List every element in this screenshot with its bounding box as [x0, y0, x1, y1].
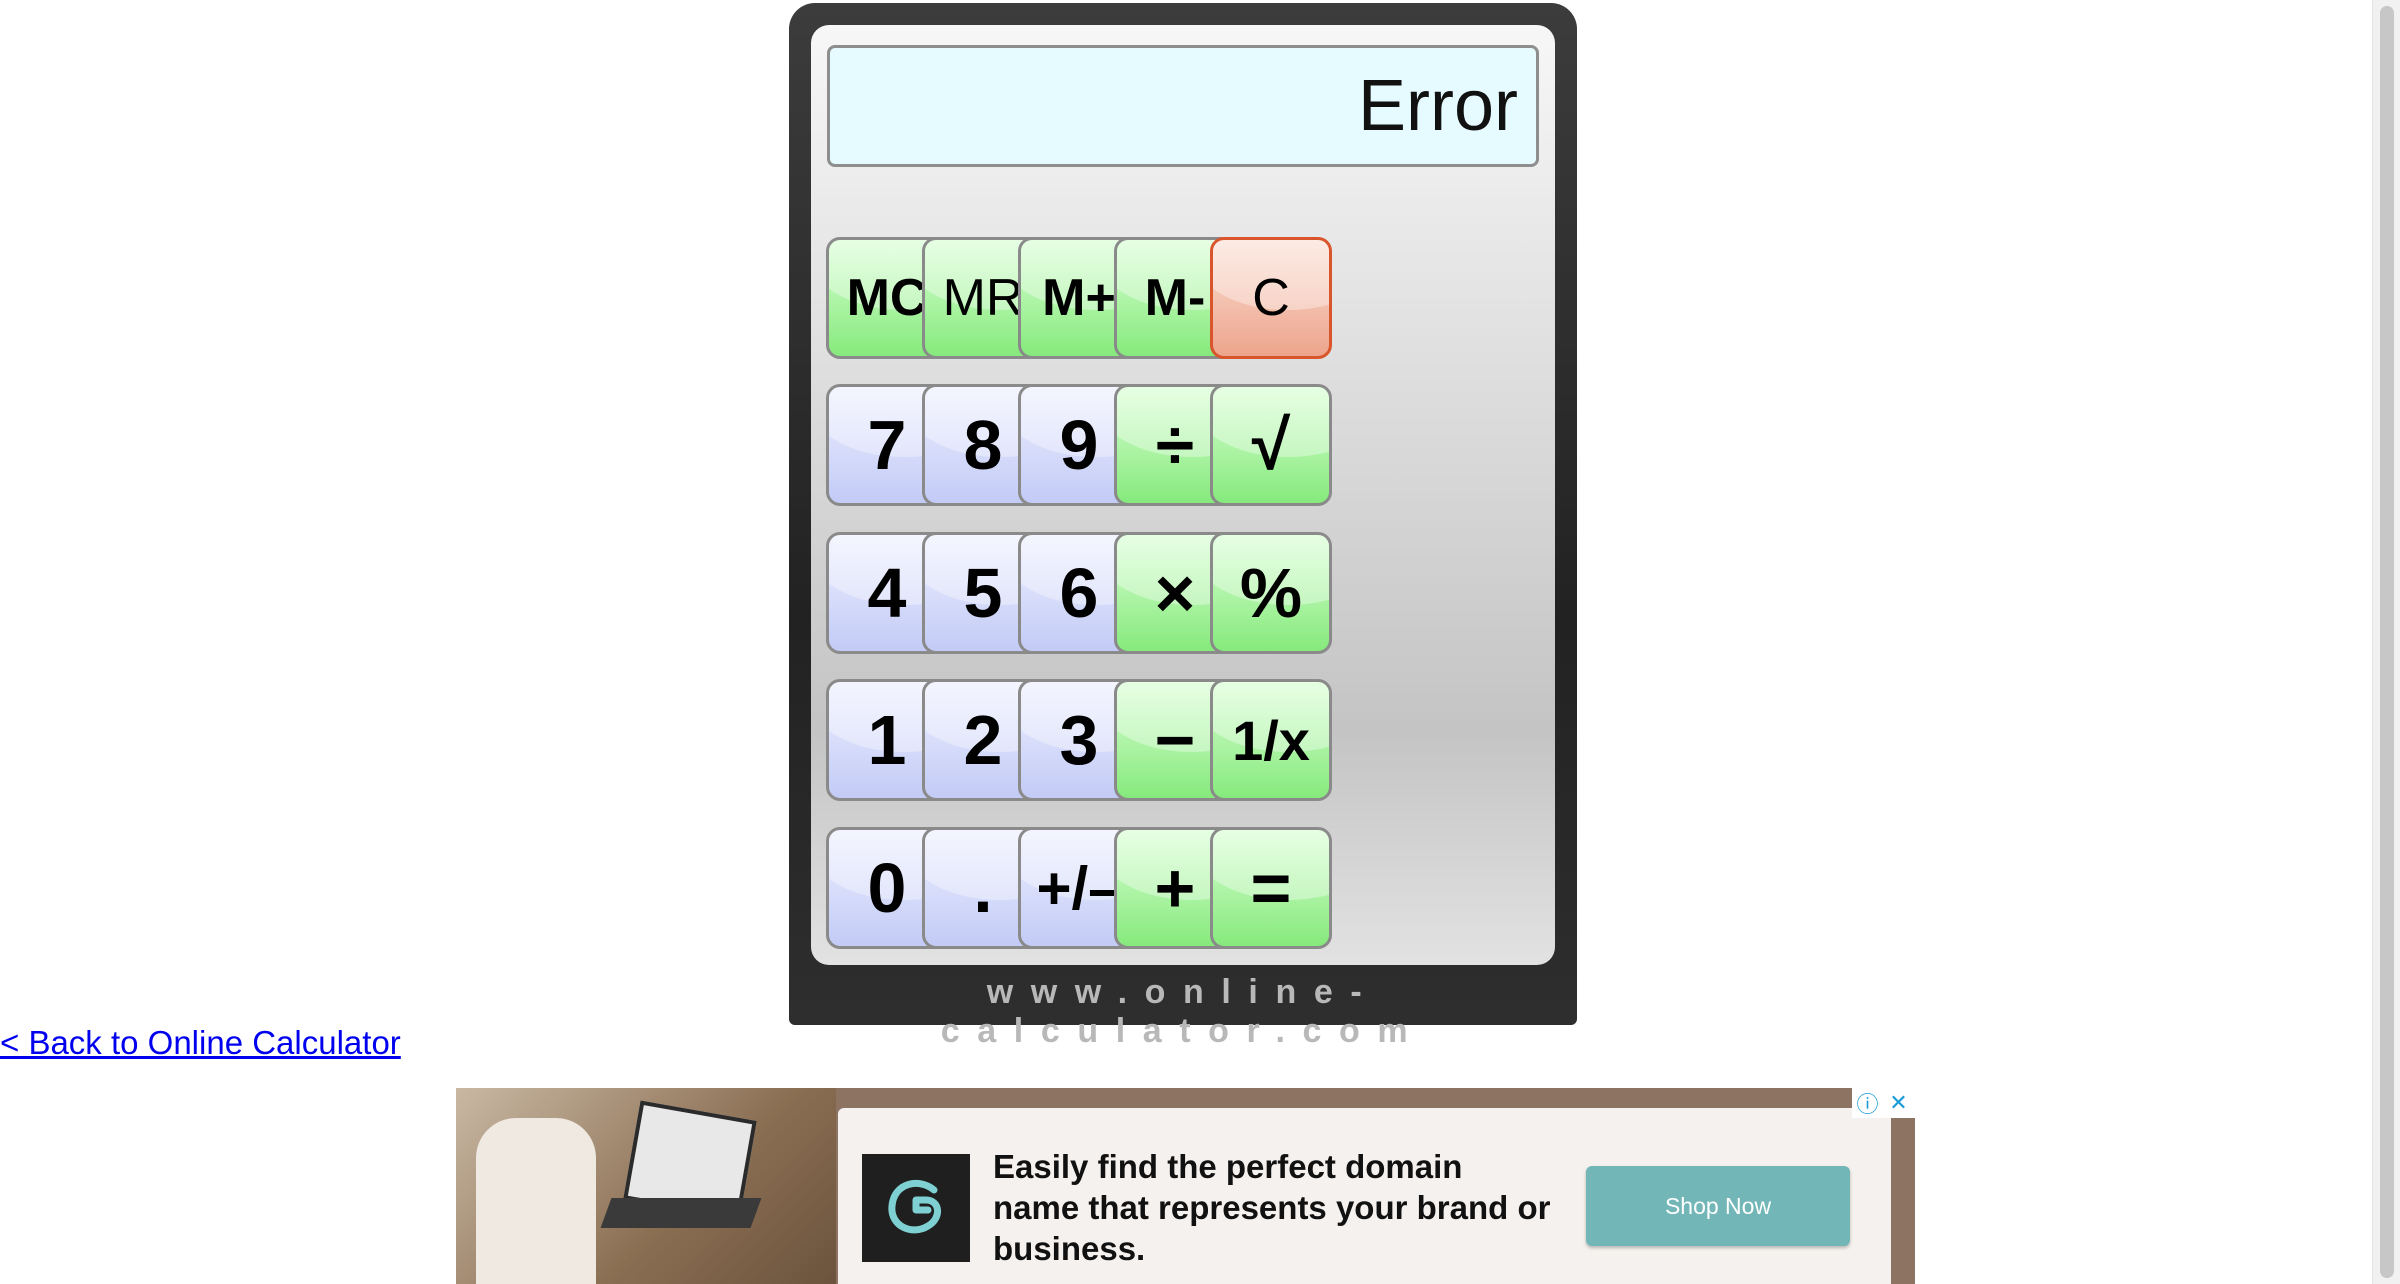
calculator-face: Error MC MR M+ M- C 7 8 9 ÷ √ 4 5 6 × % … [811, 25, 1555, 965]
vertical-scrollbar[interactable] [2372, 0, 2400, 1284]
brand-footer: www.online-calculator.com [940, 973, 1426, 1050]
info-icon[interactable]: ⓘ [1852, 1088, 1883, 1118]
calculator: Error MC MR M+ M- C 7 8 9 ÷ √ 4 5 6 × % … [789, 3, 1577, 1050]
divide-label: ÷ [1155, 406, 1195, 484]
ad-card[interactable]: Easily find the perfect domain name that… [838, 1108, 1891, 1284]
godaddy-logo-icon [862, 1154, 970, 1262]
ad-image-laptop-base [600, 1198, 762, 1228]
plus-label: + [1154, 849, 1196, 927]
close-icon[interactable]: ✕ [1883, 1088, 1914, 1118]
ad-controls: ⓘ ✕ [1852, 1088, 1915, 1118]
back-link[interactable]: < Back to Online Calculator [0, 1024, 401, 1062]
key-2-label: 2 [963, 701, 1003, 779]
multiply-label: × [1154, 554, 1196, 632]
ad-banner[interactable]: Easily find the perfect domain name that… [456, 1088, 1915, 1284]
ad-image [456, 1088, 836, 1284]
calculator-display: Error [827, 45, 1539, 167]
clear-label: C [1252, 269, 1290, 327]
m-plus-label: M+ [1042, 269, 1116, 327]
reciprocal-button[interactable]: 1/x [1210, 679, 1332, 801]
key-1-label: 1 [867, 701, 907, 779]
ad-headline: Easily find the perfect domain name that… [993, 1148, 1551, 1267]
m-minus-label: M- [1144, 269, 1206, 327]
ad-image-sleeve [476, 1118, 596, 1284]
sqrt-label: √ [1251, 406, 1291, 484]
key-6-label: 6 [1059, 554, 1099, 632]
sign-toggle-label: +/– [1036, 854, 1122, 922]
scrollbar-thumb[interactable] [2380, 6, 2394, 1278]
sqrt-button[interactable]: √ [1210, 384, 1332, 506]
key-8-label: 8 [963, 406, 1003, 484]
key-9-label: 9 [1059, 406, 1099, 484]
decimal-label: . [973, 849, 993, 927]
mr-label: MR [942, 269, 1024, 327]
minus-label: − [1154, 701, 1196, 779]
clear-button[interactable]: C [1210, 237, 1332, 359]
key-5-label: 5 [963, 554, 1003, 632]
shop-now-button[interactable]: Shop Now [1586, 1166, 1850, 1246]
key-3-label: 3 [1059, 701, 1099, 779]
key-0-label: 0 [867, 849, 907, 927]
percent-label: % [1239, 554, 1303, 632]
key-4-label: 4 [867, 554, 907, 632]
mc-label: MC [846, 269, 928, 327]
key-7-label: 7 [867, 406, 907, 484]
reciprocal-label: 1/x [1232, 708, 1310, 772]
percent-button[interactable]: % [1210, 532, 1332, 654]
equals-button[interactable]: = [1210, 827, 1332, 949]
equals-label: = [1250, 849, 1292, 927]
